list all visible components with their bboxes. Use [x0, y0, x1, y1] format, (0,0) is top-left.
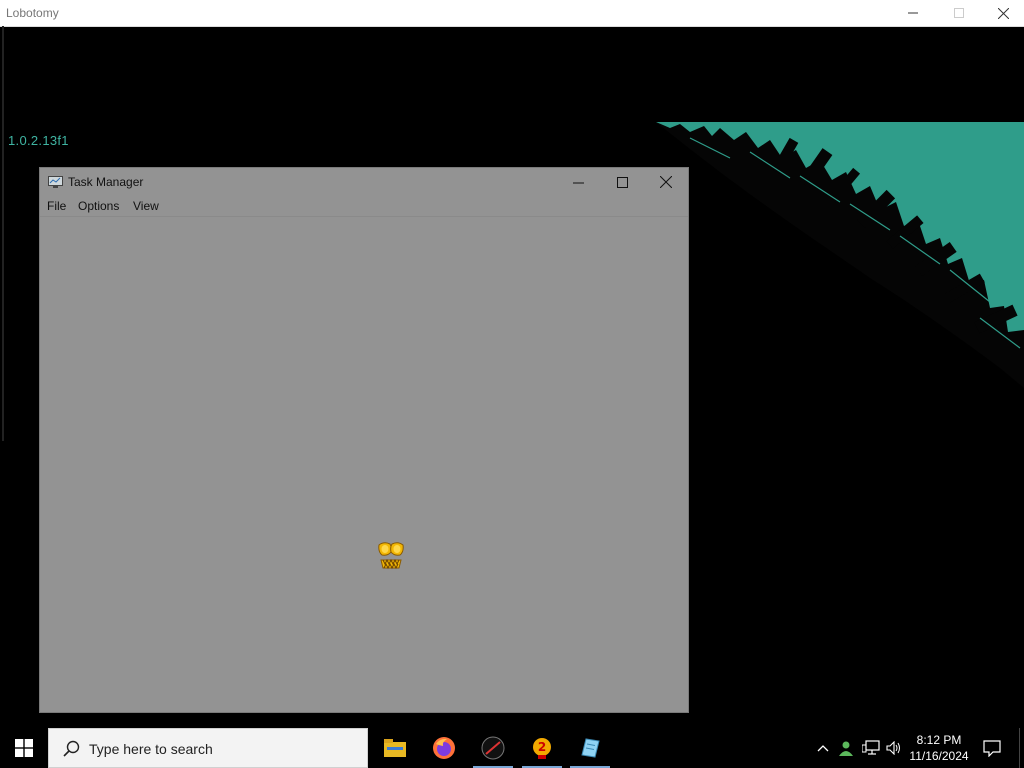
task-manager-close-button[interactable] — [644, 168, 688, 196]
game-titlebar[interactable]: Lobotomy — [0, 0, 1024, 27]
taskbar-clock[interactable]: 8:12 PM 11/16/2024 — [904, 732, 974, 764]
game-close-button[interactable] — [980, 0, 1024, 26]
action-center-button[interactable] — [980, 728, 1004, 768]
task-manager-minimize-button[interactable] — [556, 168, 600, 196]
show-hidden-icons-button[interactable] — [813, 728, 833, 768]
task-manager-menubar: File Options View — [40, 196, 688, 217]
notification-icon — [983, 739, 1001, 757]
taskbar-notepad[interactable] — [566, 728, 614, 768]
notepad-icon — [581, 738, 600, 758]
taskbar-firefox[interactable] — [420, 728, 468, 768]
task-manager-titlebar[interactable]: Task Manager — [40, 168, 688, 196]
taskbar-file-explorer[interactable] — [371, 728, 419, 768]
menu-options[interactable]: Options — [78, 199, 119, 213]
minimize-icon — [908, 12, 918, 14]
tray-user-button[interactable] — [836, 728, 856, 768]
firefox-icon — [433, 737, 455, 759]
taskbar-app[interactable]: 2 — [518, 728, 566, 768]
game-maximize-button[interactable] — [936, 0, 982, 26]
svg-text:2: 2 — [538, 740, 546, 754]
clock-time: 8:12 PM — [916, 733, 962, 747]
menu-file[interactable]: File — [47, 199, 66, 213]
close-icon — [997, 7, 1009, 19]
chevron-up-icon — [817, 745, 829, 752]
taskbar-game-app[interactable] — [469, 728, 517, 768]
yellow-face-icon — [378, 542, 404, 570]
taskbar: Type here to search 2 8:12 PM 11/16/2024 — [0, 728, 1024, 768]
app-icon: 2 — [533, 738, 551, 759]
taskbar-search-box[interactable]: Type here to search — [48, 728, 368, 768]
close-icon — [660, 176, 672, 188]
task-manager-title: Task Manager — [68, 175, 144, 189]
show-desktop-button[interactable] — [1019, 728, 1024, 768]
network-icon — [862, 740, 880, 755]
menu-view[interactable]: View — [133, 199, 159, 213]
task-manager-window: Task Manager File Options View — [39, 167, 689, 713]
search-icon — [63, 740, 80, 757]
user-icon — [839, 741, 853, 756]
game-window-title: Lobotomy — [6, 6, 59, 20]
network-button[interactable] — [860, 728, 882, 768]
file-explorer-icon — [384, 739, 406, 757]
minimize-icon — [572, 182, 584, 183]
game-app-icon — [481, 736, 505, 760]
maximize-icon — [954, 8, 964, 18]
speaker-icon — [886, 741, 900, 755]
task-manager-body — [40, 217, 688, 712]
version-label: 1.0.2.13f1 — [8, 133, 69, 148]
volume-button[interactable] — [884, 728, 904, 768]
window-edge — [2, 26, 4, 441]
game-minimize-button[interactable] — [890, 0, 936, 26]
clock-date: 11/16/2024 — [909, 749, 969, 763]
windows-logo-icon — [15, 739, 33, 757]
search-placeholder: Type here to search — [89, 741, 213, 757]
start-button[interactable] — [0, 728, 48, 768]
task-manager-icon — [48, 176, 63, 188]
maximize-icon — [616, 176, 628, 188]
task-manager-maximize-button[interactable] — [600, 168, 644, 196]
